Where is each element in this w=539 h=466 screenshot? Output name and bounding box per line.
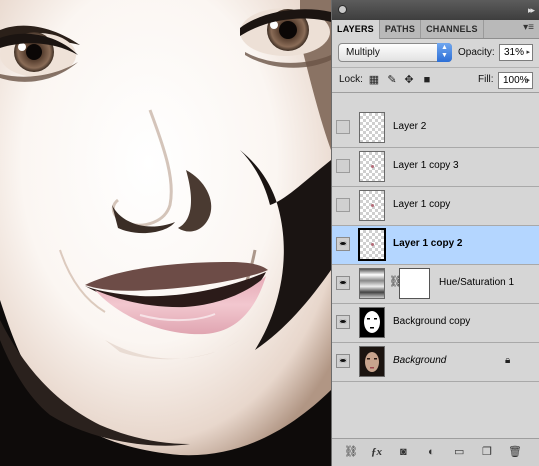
- layer-row[interactable]: Layer 1 copy 3: [332, 148, 539, 187]
- mask-icon[interactable]: ◙: [400, 446, 407, 459]
- blend-row: Multiply ▲ ▼ Opacity: 31% ▸: [332, 39, 539, 67]
- visibility-toggle[interactable]: [336, 198, 350, 212]
- panel-menu-icon[interactable]: ▾≡: [523, 22, 534, 33]
- panel-tabs: LAYERS PATHS CHANNELS ▾≡: [332, 20, 539, 39]
- opacity-label: Opacity:: [458, 47, 495, 58]
- adjustment-icon[interactable]: ◐: [428, 446, 435, 459]
- layer-name: Layer 1 copy: [393, 199, 451, 210]
- layer-thumbnail: [359, 151, 385, 182]
- layer-row[interactable]: Layer 2: [332, 109, 539, 148]
- visibility-toggle[interactable]: [336, 120, 350, 134]
- collapse-icon[interactable]: ▸▸: [528, 5, 535, 16]
- layer-name: Hue/Saturation 1: [439, 277, 515, 288]
- adjustment-thumbnail: [359, 268, 385, 299]
- tab-channels[interactable]: CHANNELS: [421, 20, 484, 38]
- opacity-value: 31%: [504, 47, 525, 58]
- layer-name: Background: [393, 355, 447, 366]
- layer-thumbnail: [359, 112, 385, 143]
- tab-paths[interactable]: PATHS: [380, 20, 422, 38]
- opacity-dropdown-icon[interactable]: ▸: [526, 45, 530, 60]
- lock-all-icon[interactable]: ■: [421, 74, 433, 86]
- lock-icon: 🔒︎: [505, 355, 511, 366]
- link-icon[interactable]: ⛓: [344, 446, 358, 459]
- layer-name: Layer 1 copy 2: [393, 238, 463, 249]
- lock-transparency-icon[interactable]: ▦: [368, 74, 380, 86]
- opacity-field[interactable]: 31% ▸: [499, 44, 533, 61]
- select-arrows-icon: ▲ ▼: [437, 43, 452, 62]
- lock-label: Lock:: [339, 74, 363, 85]
- fill-label: Fill:: [478, 74, 494, 85]
- layer-mask-thumbnail[interactable]: [399, 268, 430, 299]
- visibility-toggle[interactable]: [336, 159, 350, 173]
- layer-row[interactable]: Background copy: [332, 304, 539, 343]
- portrait-photo: [0, 0, 331, 466]
- layer-name: Background copy: [393, 316, 471, 327]
- layers-list: Layer 2 Layer 1 copy 3 Layer 1 copy Laye…: [332, 109, 539, 439]
- eye-icon[interactable]: [336, 237, 350, 251]
- document-canvas[interactable]: [0, 0, 331, 466]
- layers-bottom-bar: ⛓ ƒx ◙ ◐ ▭ ❐ 🗑︎: [332, 438, 539, 466]
- layer-thumbnail: [359, 190, 385, 221]
- layer-name: Layer 2: [393, 121, 427, 132]
- eye-icon[interactable]: [336, 315, 350, 329]
- lock-image-icon[interactable]: ✎: [386, 74, 398, 86]
- eye-icon[interactable]: [336, 276, 350, 290]
- blend-mode-select[interactable]: Multiply ▲ ▼: [338, 43, 452, 62]
- layer-row[interactable]: Background 🔒︎: [332, 343, 539, 382]
- fx-icon[interactable]: ƒx: [371, 446, 382, 459]
- folder-icon[interactable]: ▭: [454, 446, 464, 459]
- new-layer-icon[interactable]: ❐: [482, 446, 492, 459]
- layers-panel: ▸▸ LAYERS PATHS CHANNELS ▾≡ Multiply ▲ ▼ …: [331, 0, 539, 466]
- layer-thumbnail: [358, 228, 386, 261]
- tab-layers[interactable]: LAYERS: [332, 20, 380, 39]
- fill-field[interactable]: 100% ▸: [498, 72, 533, 89]
- trash-icon[interactable]: 🗑︎: [508, 446, 522, 459]
- layer-thumbnail: [359, 346, 385, 377]
- blend-mode-value: Multiply: [346, 47, 380, 58]
- layer-thumbnail: [359, 307, 385, 338]
- fill-dropdown-icon[interactable]: ▸: [526, 73, 530, 88]
- layer-row[interactable]: ⛓ Hue/Saturation 1: [332, 265, 539, 304]
- layer-row[interactable]: Layer 1 copy: [332, 187, 539, 226]
- panel-titlebar[interactable]: ▸▸: [332, 0, 539, 20]
- layer-row-selected[interactable]: Layer 1 copy 2: [332, 226, 539, 265]
- fill-value: 100%: [503, 75, 529, 86]
- lock-row: Lock: ▦ ✎ ✥ ■ Fill: 100% ▸: [332, 67, 539, 93]
- eye-icon[interactable]: [336, 354, 350, 368]
- close-icon[interactable]: [338, 5, 347, 14]
- layer-name: Layer 1 copy 3: [393, 160, 459, 171]
- lock-position-icon[interactable]: ✥: [403, 74, 415, 86]
